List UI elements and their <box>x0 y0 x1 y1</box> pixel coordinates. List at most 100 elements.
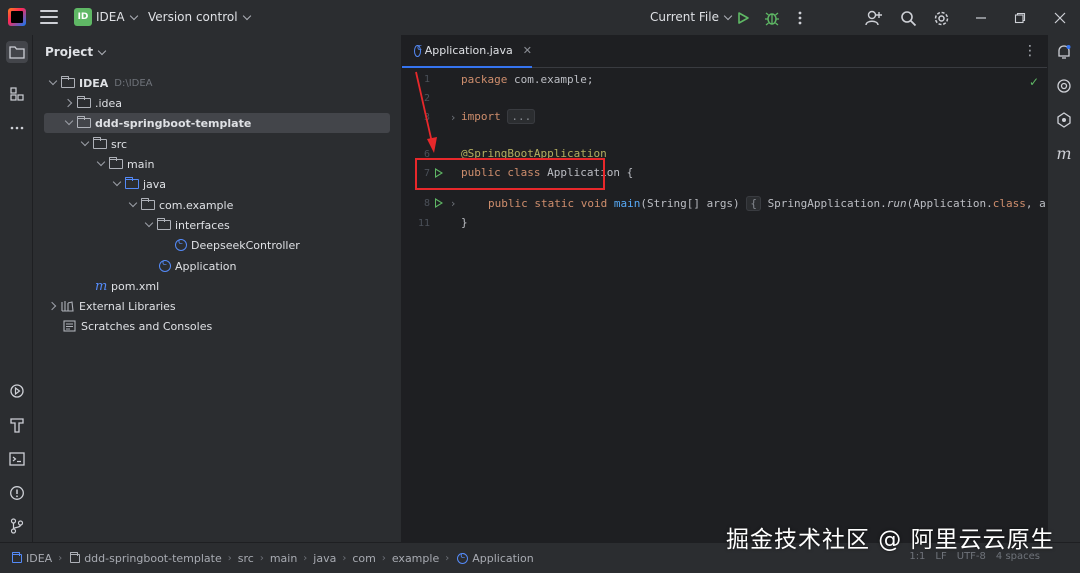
keyword: import <box>461 110 501 123</box>
structure-icon[interactable] <box>6 83 28 105</box>
restore-window-icon[interactable] <box>1010 8 1030 28</box>
chevron-down-icon <box>97 46 107 56</box>
tree-item-application[interactable]: Application <box>33 256 401 276</box>
expand-arrow-icon[interactable] <box>47 77 59 89</box>
annotation: @SpringBootApplication <box>461 147 607 160</box>
tree-item-scratches-and-consoles[interactable]: Scratches and Consoles <box>33 316 401 336</box>
project-selector[interactable]: IDEA <box>96 10 138 24</box>
version-control-menu[interactable]: Version control <box>148 10 251 24</box>
folded-body[interactable]: { <box>746 196 761 211</box>
notifications-bell-icon[interactable] <box>1053 41 1075 63</box>
tree-item-external-libraries[interactable]: External Libraries <box>33 296 401 316</box>
keyword: package <box>461 73 508 86</box>
code-text: } <box>461 216 468 229</box>
tree-path: D:\IDEA <box>114 77 153 89</box>
more-tools-icon[interactable] <box>6 117 28 139</box>
editor-gutter[interactable]: 1 2 3 › 6 7 8 › 11 <box>402 68 460 542</box>
folded-imports[interactable]: ... <box>507 109 536 124</box>
breadcrumb-label: Application <box>472 551 534 565</box>
watermark-text: 掘金技术社区 @ 阿里云云原生 <box>726 527 1055 553</box>
collapse-arrow-icon[interactable] <box>47 300 59 312</box>
expand-arrow-icon[interactable] <box>143 219 155 231</box>
expand-arrow-icon[interactable] <box>95 158 107 170</box>
tree-item-deepseek-controller[interactable]: DeepseekController <box>33 235 401 255</box>
tree-item-idea-root[interactable]: IDEA D:\IDEA <box>33 73 401 93</box>
terminal-icon[interactable] <box>6 448 28 470</box>
code-editor: Application.java ✕ ⋮ 1 2 3 › 6 7 8 › 11 … <box>402 35 1047 542</box>
java-class-icon <box>414 43 422 57</box>
tab-options-icon[interactable]: ⋮ <box>1023 44 1037 58</box>
tree-label: Application <box>175 259 237 273</box>
breadcrumb-item[interactable]: java <box>313 552 336 565</box>
problems-icon[interactable] <box>6 482 28 504</box>
expand-arrow-icon[interactable] <box>127 199 139 211</box>
add-user-icon[interactable] <box>864 8 884 28</box>
tab-application-java[interactable]: Application.java ✕ <box>402 35 532 68</box>
minimize-window-icon[interactable] <box>971 8 991 28</box>
code-text: Application { <box>540 166 634 179</box>
chevron-right-icon: › <box>381 552 386 564</box>
run-gutter-icon[interactable] <box>435 198 443 208</box>
tree-item-main[interactable]: main <box>33 154 401 174</box>
no-problems-check-icon[interactable]: ✓ <box>1029 75 1039 89</box>
settings-gear-icon[interactable] <box>931 8 951 28</box>
module-folder-icon <box>77 116 91 128</box>
project-tool-window: Project IDEA D:\IDEA .idea ddd-springboo… <box>33 35 402 542</box>
tree-item-pom-xml[interactable]: m pom.xml <box>33 276 401 296</box>
search-icon[interactable] <box>898 8 918 28</box>
breadcrumb-item[interactable]: Application <box>455 551 534 565</box>
module-icon <box>12 551 22 563</box>
services-icon[interactable] <box>6 380 28 402</box>
tree-item-src[interactable]: src <box>33 134 401 154</box>
main-menu-icon[interactable] <box>40 9 58 25</box>
breadcrumb-item[interactable]: src <box>238 552 254 565</box>
expand-arrow-icon[interactable] <box>79 138 91 150</box>
expand-arrow-icon[interactable] <box>63 117 75 129</box>
run-config-selector[interactable]: Current File <box>650 10 733 24</box>
tree-item-ddd-springboot-template[interactable]: ddd-springboot-template <box>44 113 390 133</box>
chevron-right-icon: › <box>342 552 347 564</box>
fold-toggle-icon[interactable]: › <box>451 111 455 124</box>
fold-toggle-icon[interactable]: › <box>451 197 455 210</box>
build-hammer-icon[interactable] <box>6 414 28 436</box>
project-panel-header[interactable]: Project <box>45 45 107 59</box>
collapse-arrow-icon[interactable] <box>63 97 75 109</box>
copilot-icon[interactable] <box>1053 109 1075 131</box>
close-window-icon[interactable] <box>1050 8 1070 28</box>
method-call: run <box>886 197 907 210</box>
code-line-1: package com.example; <box>461 73 593 86</box>
breadcrumb-item[interactable]: example <box>392 552 439 565</box>
run-icon[interactable] <box>733 8 753 28</box>
run-gutter-icon[interactable] <box>435 168 443 178</box>
maven-tool-icon[interactable]: m <box>1053 142 1075 164</box>
project-badge[interactable]: ID <box>74 8 92 26</box>
expand-arrow-icon[interactable] <box>111 178 123 190</box>
spring-boot-class-icon <box>159 258 171 272</box>
breadcrumb-item[interactable]: com <box>352 552 376 565</box>
tree-label: ddd-springboot-template <box>95 116 252 130</box>
more-actions-icon[interactable] <box>790 8 810 28</box>
tree-item-java[interactable]: java <box>33 174 401 194</box>
tree-item-interfaces[interactable]: interfaces <box>33 215 401 235</box>
close-tab-icon[interactable]: ✕ <box>523 44 532 57</box>
tree-label: .idea <box>95 96 123 110</box>
tree-label: pom.xml <box>111 279 160 293</box>
debug-icon[interactable] <box>762 8 782 28</box>
code-text: , a <box>1025 197 1046 210</box>
tree-item-com-example[interactable]: com.example <box>33 195 401 215</box>
breadcrumb-item[interactable]: IDEA <box>10 551 52 565</box>
ai-assistant-icon[interactable] <box>1053 75 1075 97</box>
breadcrumb-item[interactable]: ddd-springboot-template <box>68 551 222 565</box>
code-area[interactable]: package com.example; import ... @SpringB… <box>461 68 1047 542</box>
breadcrumb-item[interactable]: main <box>270 552 297 565</box>
panel-title: Project <box>45 45 94 59</box>
chevron-right-icon: › <box>303 552 308 564</box>
project-tool-folder-icon[interactable] <box>6 41 28 63</box>
left-tool-strip <box>0 35 33 542</box>
project-name: IDEA <box>96 10 125 24</box>
chevron-down-icon <box>723 11 733 21</box>
tree-item-dot-idea[interactable]: .idea <box>33 93 401 113</box>
git-branch-icon[interactable] <box>6 515 28 537</box>
code-text: (Application. <box>906 197 993 210</box>
chevron-down-icon <box>129 11 138 21</box>
